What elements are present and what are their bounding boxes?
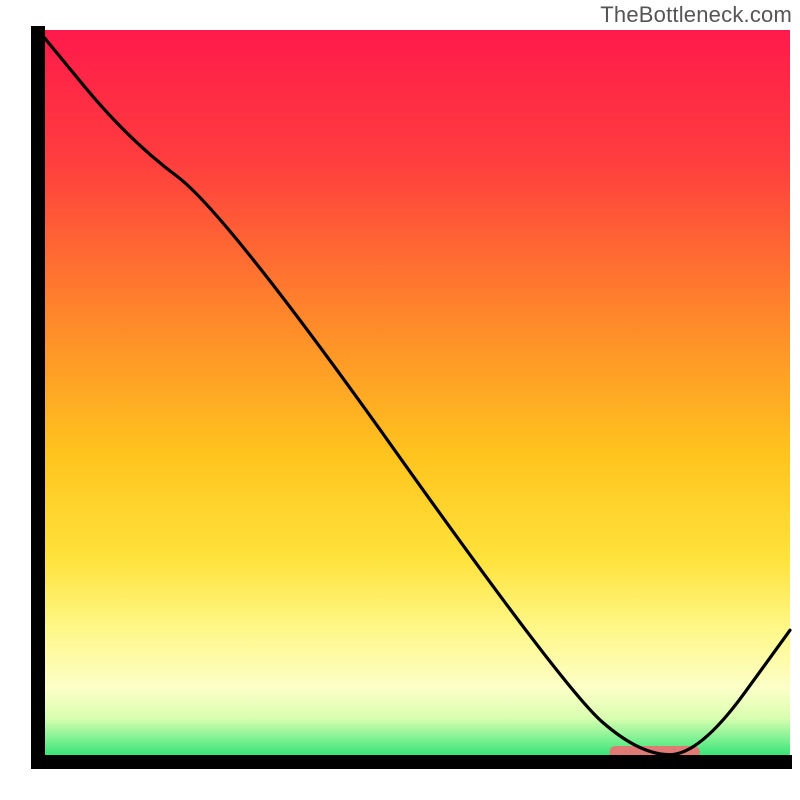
watermark-text: TheBottleneck.com (600, 2, 792, 28)
bottleneck-chart (0, 0, 800, 800)
plot-background (38, 30, 790, 762)
chart-wrapper: TheBottleneck.com (0, 0, 800, 800)
